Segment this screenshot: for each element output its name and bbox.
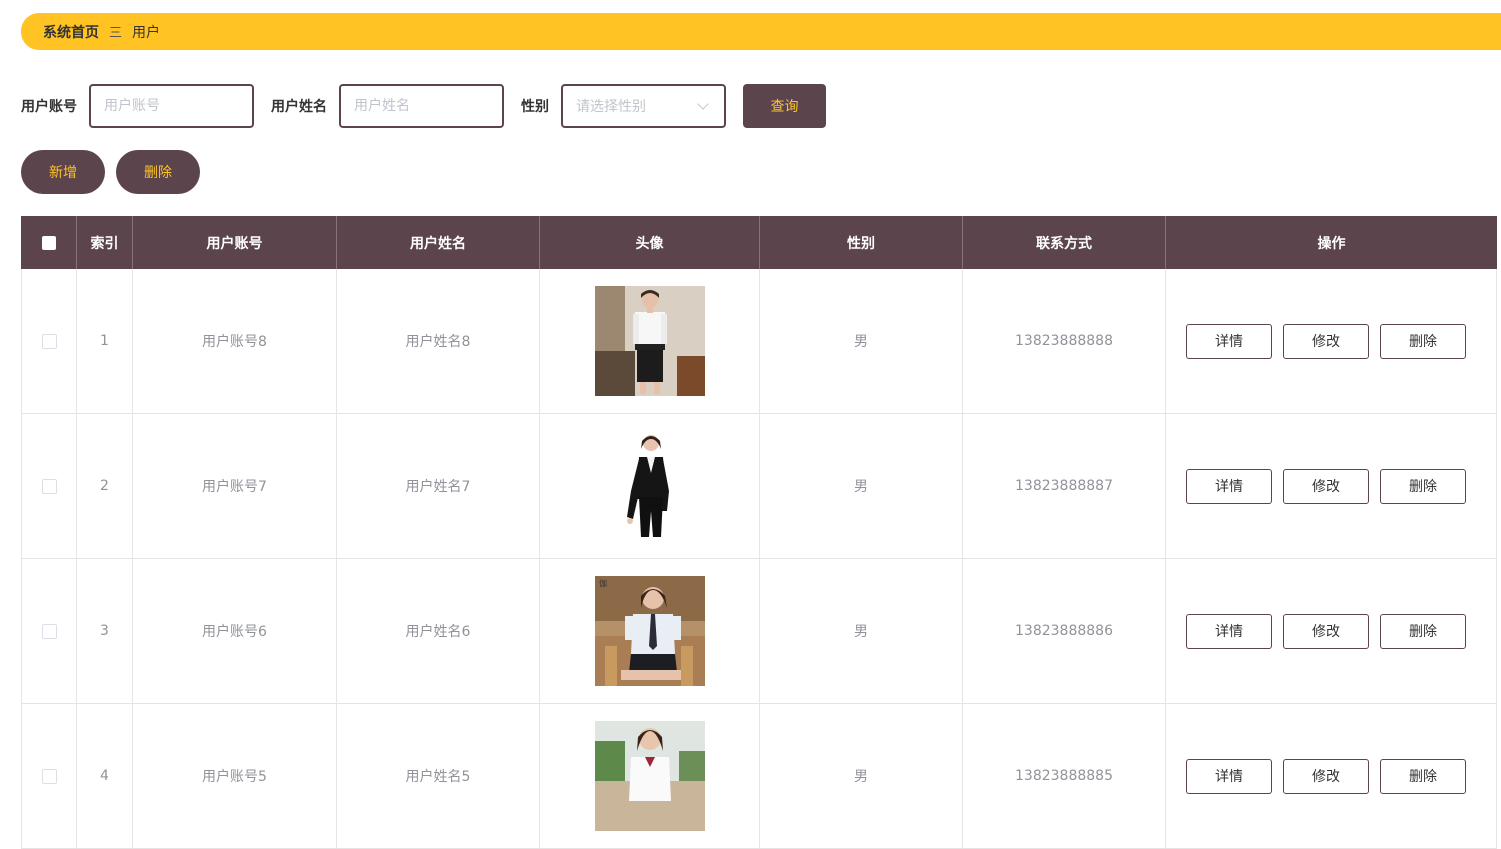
row-select-cell [21, 704, 77, 848]
gender-label: 性别 [521, 99, 549, 115]
breadcrumb-home[interactable]: 系统首页 [43, 22, 99, 42]
row-avatar-cell: 伽 [540, 559, 760, 703]
svg-text:伽: 伽 [599, 578, 607, 588]
header-operations: 操作 [1317, 235, 1346, 252]
avatar[interactable] [594, 286, 705, 396]
account-label: 用户账号 [21, 99, 77, 115]
detail-button[interactable]: 详情 [1186, 323, 1272, 359]
row-select-cell [21, 559, 77, 703]
gender-select[interactable]: 请选择性别 [561, 84, 726, 128]
avatar[interactable]: 伽 [594, 576, 705, 686]
delete-button[interactable]: 删除 [1380, 468, 1466, 504]
row-account: 用户账号6 [133, 559, 337, 703]
row-checkbox[interactable] [41, 768, 57, 784]
row-account: 用户账号5 [133, 704, 337, 848]
row-select-cell [21, 269, 77, 413]
header-name: 用户姓名 [337, 216, 540, 269]
bulk-delete-button[interactable]: 删除 [116, 150, 200, 194]
row-gender: 男 [760, 559, 963, 703]
row-operations: 详情 修改 删除 [1166, 559, 1497, 703]
table-header: 索引 用户账号 用户姓名 头像 性别 联系方式 操作 [21, 216, 1497, 269]
account-search-input[interactable] [89, 84, 254, 128]
row-gender: 男 [760, 704, 963, 848]
detail-button[interactable]: 详情 [1186, 758, 1272, 794]
row-select-cell [21, 414, 77, 558]
row-index: 3 [77, 559, 133, 703]
row-name: 用户姓名5 [337, 704, 540, 848]
row-checkbox[interactable] [41, 623, 57, 639]
row-phone: 13823888886 [963, 559, 1166, 703]
breadcrumb-current: 用户 [132, 24, 161, 41]
edit-button[interactable]: 修改 [1283, 323, 1369, 359]
delete-button[interactable]: 删除 [1380, 613, 1466, 649]
header-account: 用户账号 [133, 216, 337, 269]
row-gender: 男 [760, 414, 963, 558]
header-avatar: 头像 [540, 216, 760, 269]
detail-button[interactable]: 详情 [1186, 613, 1272, 649]
chevron-down-icon [697, 98, 709, 110]
row-operations: 详情 修改 删除 [1166, 704, 1497, 848]
query-button[interactable]: 查询 [743, 84, 826, 128]
avatar[interactable] [594, 721, 705, 831]
gender-select-placeholder: 请选择性别 [576, 99, 646, 115]
breadcrumb: 系统首页 三 用户 [21, 13, 1501, 50]
select-all-checkbox[interactable] [41, 235, 56, 250]
row-index: 4 [77, 704, 133, 848]
delete-button[interactable]: 删除 [1380, 758, 1466, 794]
row-operations: 详情 修改 删除 [1166, 269, 1497, 413]
row-index: 1 [77, 269, 133, 413]
edit-button[interactable]: 修改 [1283, 468, 1369, 504]
delete-button[interactable]: 删除 [1380, 323, 1466, 359]
header-phone: 联系方式 [963, 216, 1166, 269]
table-row: 4 用户账号5 用户姓名5 男 13823888885 详情 修改 删除 [21, 704, 1497, 849]
edit-button[interactable]: 修改 [1283, 613, 1369, 649]
search-bar: 用户账号 用户姓名 性别 请选择性别 查询 [21, 84, 826, 128]
row-index: 2 [77, 414, 133, 558]
add-button[interactable]: 新增 [21, 150, 105, 194]
header-gender: 性别 [760, 216, 963, 269]
row-account: 用户账号7 [133, 414, 337, 558]
row-checkbox[interactable] [41, 333, 57, 349]
user-table: 索引 用户账号 用户姓名 头像 性别 联系方式 操作 1 用户账号8 用户姓名8 [21, 216, 1497, 849]
row-avatar-cell [540, 704, 760, 848]
avatar[interactable] [594, 431, 705, 541]
row-name: 用户姓名6 [337, 559, 540, 703]
row-account: 用户账号8 [133, 269, 337, 413]
row-phone: 13823888885 [963, 704, 1166, 848]
header-index: 索引 [77, 216, 133, 269]
action-bar: 新增 删除 [21, 150, 200, 194]
breadcrumb-separator-icon: 三 [109, 26, 123, 41]
row-operations: 详情 修改 删除 [1166, 414, 1497, 558]
table-row: 2 用户账号7 用户姓名7 男 13823888887 详情 修改 删除 [21, 414, 1497, 559]
row-phone: 13823888887 [963, 414, 1166, 558]
row-gender: 男 [760, 269, 963, 413]
row-name: 用户姓名8 [337, 269, 540, 413]
row-checkbox[interactable] [41, 478, 57, 494]
detail-button[interactable]: 详情 [1186, 468, 1272, 504]
table-row: 1 用户账号8 用户姓名8 男 13823888888 详情 修改 删除 [21, 269, 1497, 414]
header-select-all-cell [21, 216, 77, 269]
row-avatar-cell [540, 414, 760, 558]
row-phone: 13823888888 [963, 269, 1166, 413]
name-label: 用户姓名 [271, 99, 327, 115]
name-search-input[interactable] [339, 84, 504, 128]
row-name: 用户姓名7 [337, 414, 540, 558]
row-avatar-cell [540, 269, 760, 413]
table-row: 3 用户账号6 用户姓名6 伽 男 13823888886 详情 修改 删除 [21, 559, 1497, 704]
edit-button[interactable]: 修改 [1283, 758, 1369, 794]
